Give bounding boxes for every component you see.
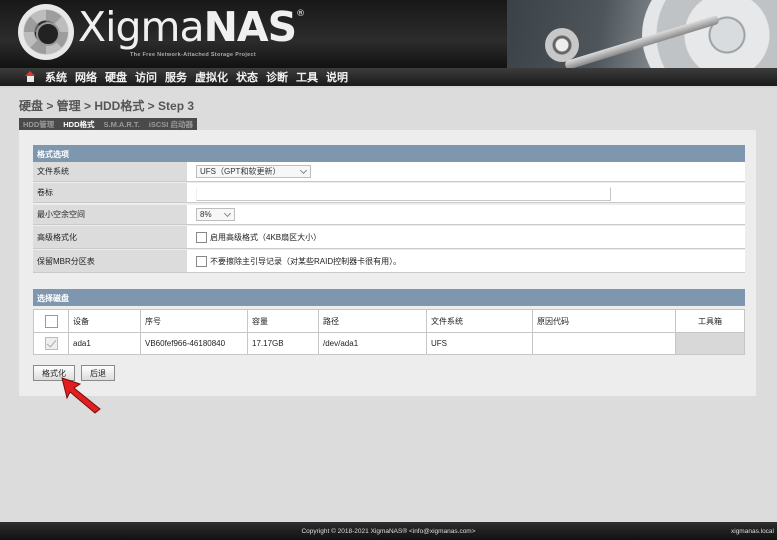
menu-virtualization[interactable]: 虚拟化 <box>195 69 228 85</box>
keep-mbr-label: 保留MBR分区表 <box>33 250 187 272</box>
volume-label-input[interactable] <box>196 187 611 201</box>
home-icon[interactable] <box>24 71 36 83</box>
menu-system[interactable]: 系统 <box>45 69 67 85</box>
min-free-space-selected-value: 8% <box>200 210 212 219</box>
table-row: ada1 VB60fef966-46180840 17.17GB /dev/ad… <box>33 332 745 355</box>
row-select-checkbox[interactable] <box>44 337 58 350</box>
red-arrow-pointer-icon <box>61 377 101 414</box>
format-options-header: 格式选项 <box>33 145 745 162</box>
advanced-format-value-cell: 启用高级格式（4KB扇区大小） <box>187 226 745 248</box>
filesystem-row: 文件系统 UFS（GPT和软更新） <box>33 162 745 182</box>
cell-toolbox <box>675 332 745 355</box>
cell-filesystem: UFS <box>426 332 533 355</box>
menu-diagnostics[interactable]: 诊断 <box>266 69 288 85</box>
cell-device: ada1 <box>68 332 141 355</box>
keep-mbr-checkbox[interactable] <box>196 255 207 267</box>
menu-access[interactable]: 访问 <box>135 69 157 85</box>
menu-tools[interactable]: 工具 <box>296 69 318 85</box>
menu-services[interactable]: 服务 <box>165 69 187 85</box>
tab-smart[interactable]: S.M.A.R.T. <box>104 120 140 129</box>
footer: Copyright © 2018-2021 XigmaNAS® <info@xi… <box>0 522 777 540</box>
brand-name: XigmaNAS® <box>78 3 305 51</box>
row-select-cell <box>33 332 69 355</box>
min-free-space-row: 最小空余空间 8% <box>33 205 745 225</box>
disk-table-header-row: 设备 序号 容量 路径 文件系统 原因代码 工具箱 <box>33 309 745 333</box>
chevron-down-icon <box>223 209 232 218</box>
disk-table: 设备 序号 容量 路径 文件系统 原因代码 工具箱 ada1 VB60fef96… <box>33 309 745 355</box>
menu-network[interactable]: 网络 <box>75 69 97 85</box>
filesystem-label: 文件系统 <box>33 162 187 181</box>
advanced-format-text: 启用高级格式（4KB扇区大小） <box>210 232 322 242</box>
select-disk-header: 选择磁盘 <box>33 289 745 306</box>
col-filesystem: 文件系统 <box>426 309 533 333</box>
menu-help[interactable]: 说明 <box>326 69 348 85</box>
main-menu: 系统 网络 硬盘 访问 服务 虚拟化 状态 诊断 工具 说明 <box>0 68 777 88</box>
actuator-hub-graphic <box>545 28 579 62</box>
min-free-space-label: 最小空余空间 <box>33 205 187 224</box>
volume-label-label: 卷标 <box>33 183 187 202</box>
filesystem-selected-value: UFS（GPT和软更新） <box>200 167 281 176</box>
brand-tagline: The Free Network-Attached Storage Projec… <box>130 52 256 58</box>
col-size: 容量 <box>247 309 319 333</box>
cell-path: /dev/ada1 <box>318 332 427 355</box>
col-reason-code: 原因代码 <box>532 309 676 333</box>
col-device: 设备 <box>68 309 141 333</box>
filesystem-value-cell: UFS（GPT和软更新） <box>187 162 745 181</box>
col-serial: 序号 <box>140 309 248 333</box>
min-free-space-select[interactable]: 8% <box>196 208 235 221</box>
col-path: 路径 <box>318 309 427 333</box>
menu-status[interactable]: 状态 <box>236 69 258 85</box>
volume-label-value-cell <box>187 183 745 202</box>
volume-label-row: 卷标 <box>33 183 745 203</box>
tab-iscsi-initiator[interactable]: iSCSI 启动器 <box>149 119 193 130</box>
filesystem-select[interactable]: UFS（GPT和软更新） <box>196 165 311 178</box>
cell-size: 17.17GB <box>247 332 319 355</box>
hard-drive-illustration <box>507 0 777 68</box>
tab-hdd-format[interactable]: HDD格式 <box>63 119 94 130</box>
chevron-down-icon <box>299 166 308 175</box>
menu-disks[interactable]: 硬盘 <box>105 69 127 85</box>
advanced-format-label: 高级格式化 <box>33 226 187 248</box>
footer-copyright: Copyright © 2018-2021 XigmaNAS® <info@xi… <box>301 528 476 535</box>
cell-reason-code <box>532 332 676 355</box>
select-all-cell <box>33 309 69 333</box>
col-toolbox: 工具箱 <box>675 309 745 333</box>
advanced-format-checkbox[interactable] <box>196 231 207 243</box>
footer-hostname: xigmanas.local <box>731 528 774 535</box>
xigmanas-logo-icon <box>18 4 74 60</box>
min-free-space-value-cell: 8% <box>187 205 745 224</box>
advanced-format-row: 高级格式化 启用高级格式（4KB扇区大小） <box>33 226 745 249</box>
breadcrumb: 硬盘 > 管理 > HDD格式 > Step 3 <box>19 99 195 113</box>
keep-mbr-text: 不要擦除主引导记录（对某些RAID控制器卡很有用）。 <box>210 256 402 266</box>
tab-hdd-management[interactable]: HDD管理 <box>23 119 54 130</box>
header-banner: XigmaNAS® The Free Network-Attached Stor… <box>0 0 777 68</box>
cell-serial: VB60fef966-46180840 <box>140 332 248 355</box>
tab-bar: HDD管理 HDD格式 S.M.A.R.T. iSCSI 启动器 <box>19 118 197 130</box>
keep-mbr-row: 保留MBR分区表 不要擦除主引导记录（对某些RAID控制器卡很有用）。 <box>33 250 745 273</box>
select-all-checkbox[interactable] <box>44 314 58 328</box>
keep-mbr-value-cell: 不要擦除主引导记录（对某些RAID控制器卡很有用）。 <box>187 250 745 272</box>
